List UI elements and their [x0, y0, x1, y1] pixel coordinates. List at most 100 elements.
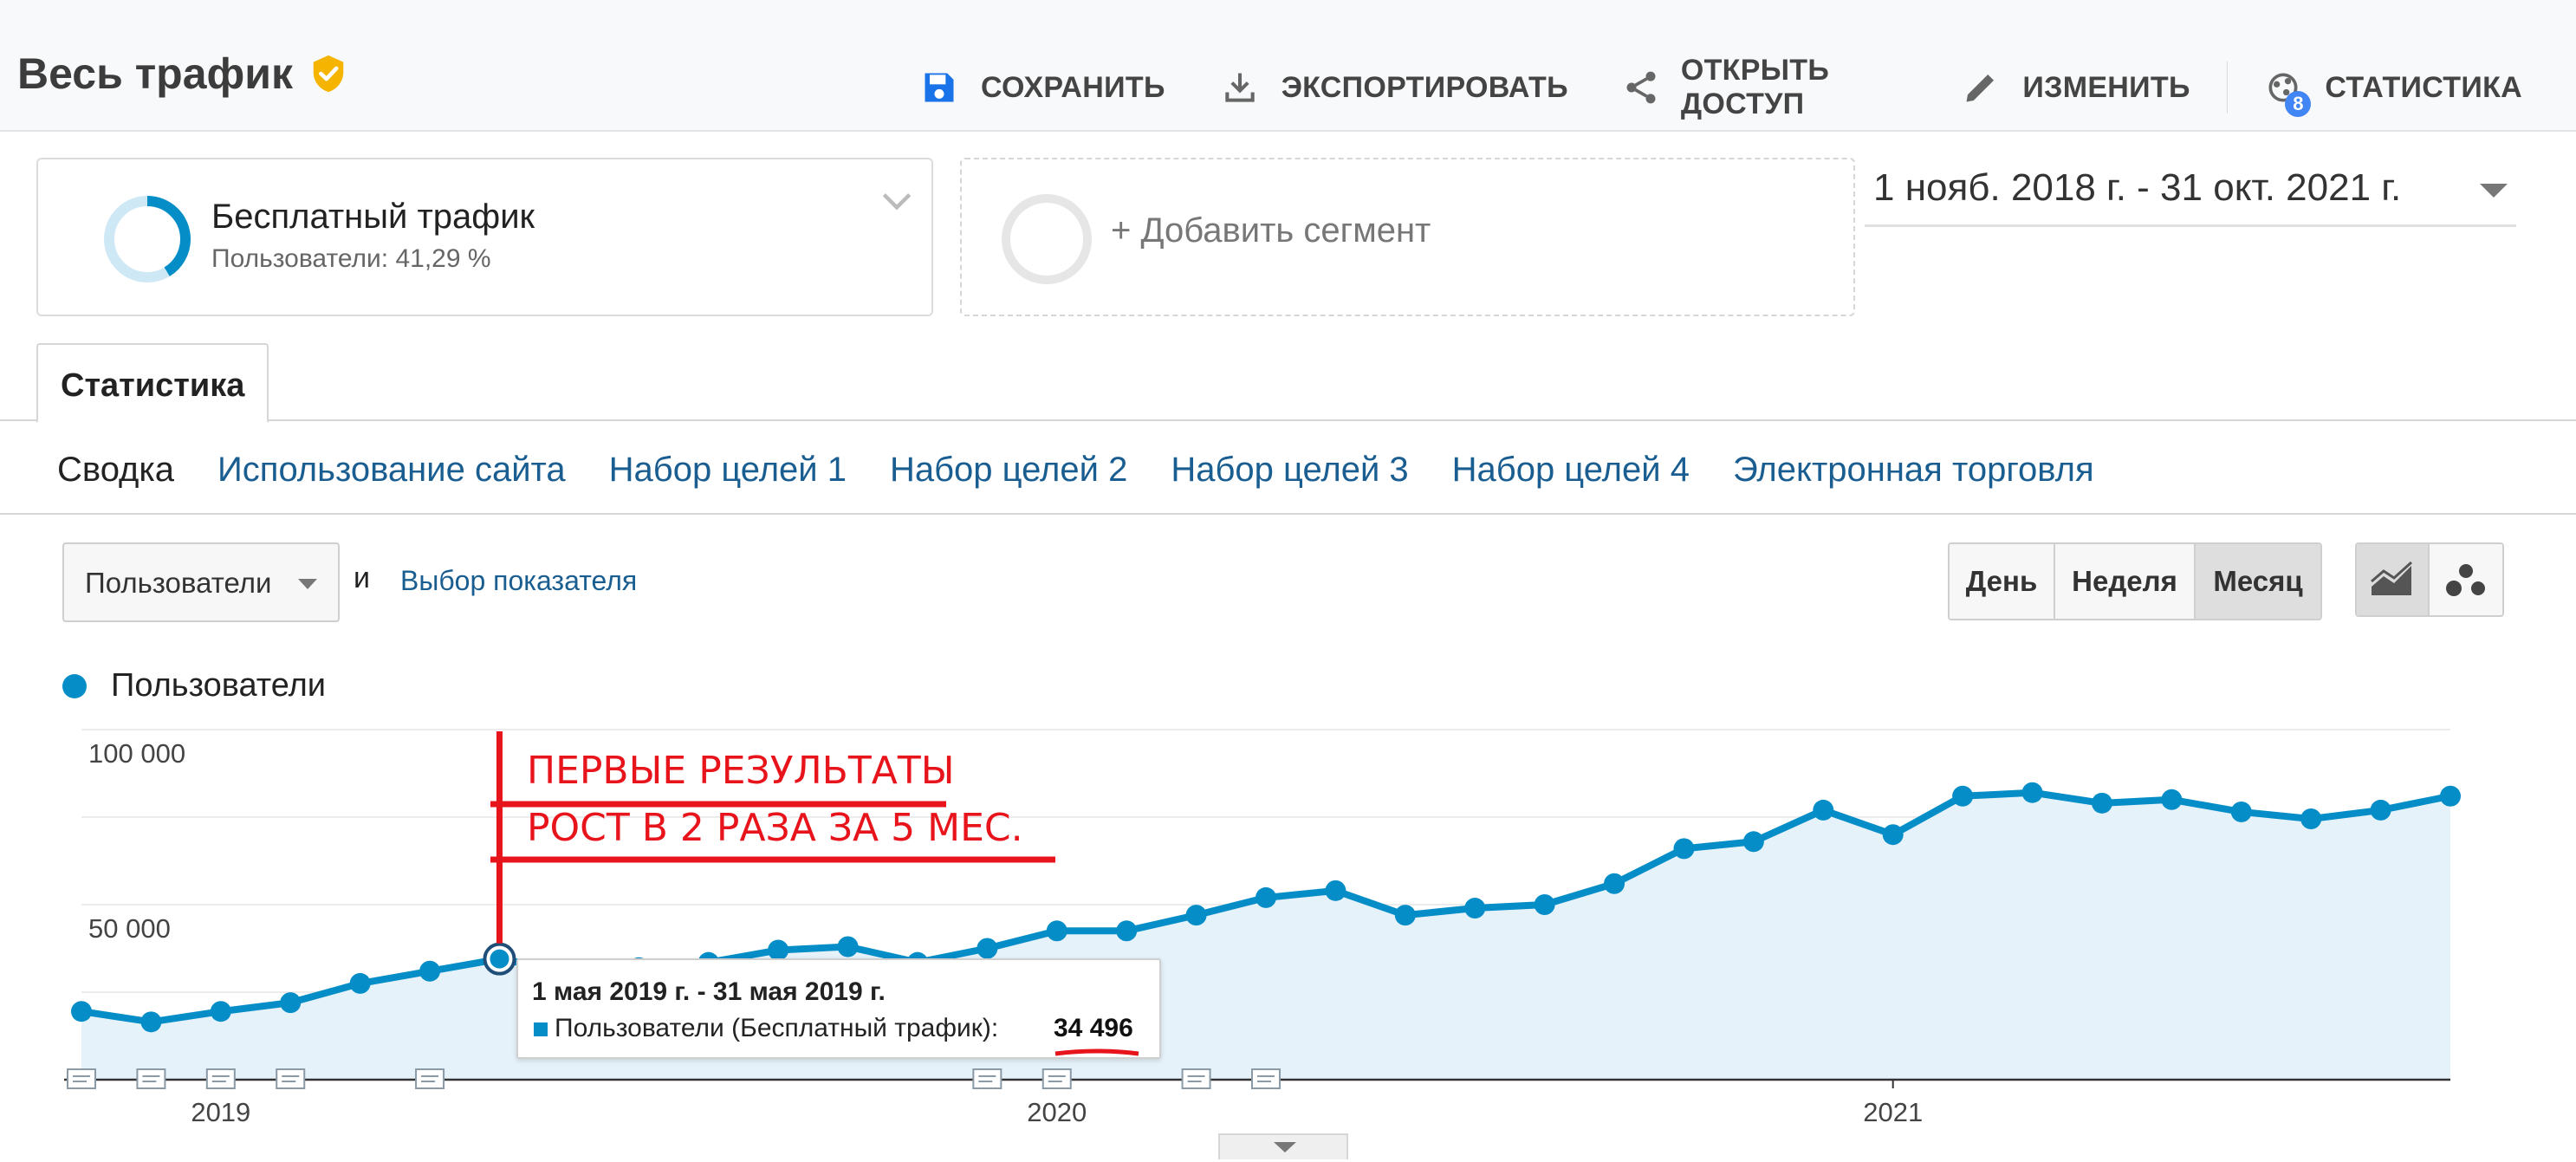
date-range-picker[interactable]: 1 нояб. 2018 г. - 31 окт. 2021 г.	[1865, 158, 2516, 227]
annotation-note-icon[interactable]	[1041, 1068, 1072, 1089]
data-point	[1325, 880, 1346, 901]
data-point	[2021, 782, 2043, 803]
date-range-text: 1 нояб. 2018 г. - 31 окт. 2021 г.	[1873, 166, 2402, 209]
metric-select[interactable]: Пользователи	[62, 542, 340, 622]
subtab-site-usage[interactable]: Использование сайта	[217, 451, 566, 490]
x-tick-label: 2021	[1863, 1097, 1923, 1127]
data-point	[140, 1011, 162, 1033]
tooltip-series-name: Пользователи (Бесплатный трафик):	[555, 1014, 999, 1042]
data-point	[280, 992, 302, 1014]
save-icon	[918, 67, 960, 108]
export-button[interactable]: ЭКСПОРТИРОВАТЬ	[1219, 67, 1568, 108]
data-point	[1813, 799, 1834, 821]
share-icon	[1622, 67, 1660, 108]
dropdown-arrow-icon	[298, 579, 317, 589]
annotation-note-icon[interactable]	[972, 1068, 1002, 1089]
subtab-ecommerce[interactable]: Электронная торговля	[1733, 451, 2094, 490]
data-point	[1534, 894, 1555, 915]
and-label: и	[354, 562, 370, 594]
data-point	[1882, 824, 1904, 846]
chevron-down-icon[interactable]	[878, 182, 916, 220]
edit-label: ИЗМЕНИТЬ	[2022, 70, 2190, 104]
download-icon	[1219, 67, 1261, 108]
legend-label: Пользователи	[111, 667, 327, 704]
data-point	[1742, 831, 1764, 853]
line-chart-icon	[2371, 561, 2413, 595]
data-point	[2091, 792, 2112, 814]
annotation-note-icon[interactable]	[276, 1068, 306, 1089]
chart-tooltip: 1 мая 2019 г. - 31 мая 2019 г. Пользоват…	[516, 958, 1161, 1059]
period-day-button[interactable]: День	[1950, 544, 2055, 619]
insights-label: СТАТИСТИКА	[2325, 70, 2522, 104]
segment-donut-icon	[104, 196, 191, 282]
data-point	[1952, 785, 1974, 807]
tab-statistics-label: Статистика	[61, 367, 245, 404]
data-point	[1116, 920, 1138, 942]
verified-shield-icon	[313, 55, 344, 93]
subtabs: Сводка Использование сайта Набор целей 1…	[57, 444, 2138, 496]
data-point	[2370, 799, 2391, 821]
pick-metric-link[interactable]: Выбор показателя	[400, 565, 637, 597]
tooltip-value-underline	[1054, 1048, 1139, 1056]
insights-badge: 8	[2285, 91, 2312, 117]
period-toggle: День Неделя Месяц	[1948, 542, 2322, 620]
subtab-goal-set-4[interactable]: Набор целей 4	[1452, 451, 1690, 490]
chart-view-toggle	[2355, 542, 2504, 617]
save-label: СОХРАНИТЬ	[981, 70, 1165, 104]
tooltip-series-swatch	[534, 1022, 548, 1036]
subtab-goal-set-3[interactable]: Набор целей 3	[1171, 451, 1408, 490]
segment-name: Бесплатный трафик	[211, 198, 535, 236]
y-tick-label: 100 000	[88, 738, 185, 769]
data-point	[1673, 838, 1695, 860]
bubbles-icon	[2446, 564, 2485, 596]
empty-segment-circle-icon	[1002, 194, 1092, 284]
line-chart-view-button[interactable]	[2357, 544, 2430, 615]
annotation-note-icon[interactable]	[136, 1068, 166, 1089]
data-point	[2161, 789, 2183, 810]
metric-select-value: Пользователи	[85, 567, 272, 599]
page-title: Весь трафик	[17, 49, 294, 98]
users-chart[interactable]: 100 000 50 000 2019 2020 2021	[0, 711, 2576, 1154]
toolbar-divider	[2226, 62, 2229, 114]
pencil-icon	[1960, 67, 2002, 108]
subtab-summary[interactable]: Сводка	[57, 451, 174, 490]
tooltip-value: 34 496	[1054, 1014, 1133, 1042]
period-week-button[interactable]: Неделя	[2055, 544, 2196, 619]
data-point	[210, 1001, 231, 1022]
subtab-goal-set-1[interactable]: Набор целей 1	[609, 451, 847, 490]
data-point	[1046, 920, 1067, 942]
x-tick-label: 2020	[1027, 1097, 1087, 1127]
annotation-note-icon[interactable]	[415, 1068, 445, 1089]
legend-dot	[62, 673, 87, 698]
insights-button[interactable]: 8 СТАТИСТИКА	[2262, 67, 2522, 117]
subtab-goal-set-2[interactable]: Набор целей 2	[890, 451, 1127, 490]
motion-chart-view-button[interactable]	[2430, 544, 2502, 615]
annotation-note-icon[interactable]	[205, 1068, 236, 1089]
data-point	[1394, 905, 1416, 926]
add-segment-button[interactable]: + Добавить сегмент	[960, 158, 1855, 316]
caret-down-icon	[1274, 1142, 1296, 1152]
share-button[interactable]: ОТКРЫТЬ ДОСТУП	[1622, 54, 1907, 121]
chart-legend: Пользователи	[62, 667, 326, 704]
annotation-note-icon[interactable]	[67, 1068, 96, 1089]
annotation-growth: РОСТ В 2 РАЗА ЗА 5 МЕС.	[527, 806, 1023, 850]
data-point	[2440, 785, 2461, 807]
insights-icon: 8	[2262, 67, 2312, 117]
segment-card[interactable]: Бесплатный трафик Пользователи: 41,29 %	[36, 158, 933, 316]
tab-statistics[interactable]: Статистика	[36, 343, 269, 423]
data-point	[71, 1001, 92, 1022]
data-point	[837, 936, 859, 958]
data-point	[2300, 808, 2322, 830]
collapse-chart-handle[interactable]	[1218, 1133, 1348, 1159]
tooltip-date: 1 мая 2019 г. - 31 мая 2019 г.	[532, 977, 886, 1006]
subtab-divider	[0, 513, 2576, 515]
add-segment-label: + Добавить сегмент	[1111, 211, 1431, 250]
annotation-note-icon[interactable]	[1251, 1068, 1281, 1089]
data-point	[2230, 801, 2252, 822]
y-tick-label: 50 000	[88, 913, 171, 944]
annotation-note-icon[interactable]	[1181, 1068, 1211, 1089]
period-month-button[interactable]: Месяц	[2196, 544, 2320, 619]
data-point	[768, 939, 789, 961]
edit-button[interactable]: ИЗМЕНИТЬ	[1960, 67, 2190, 108]
save-button[interactable]: СОХРАНИТЬ	[918, 67, 1165, 108]
